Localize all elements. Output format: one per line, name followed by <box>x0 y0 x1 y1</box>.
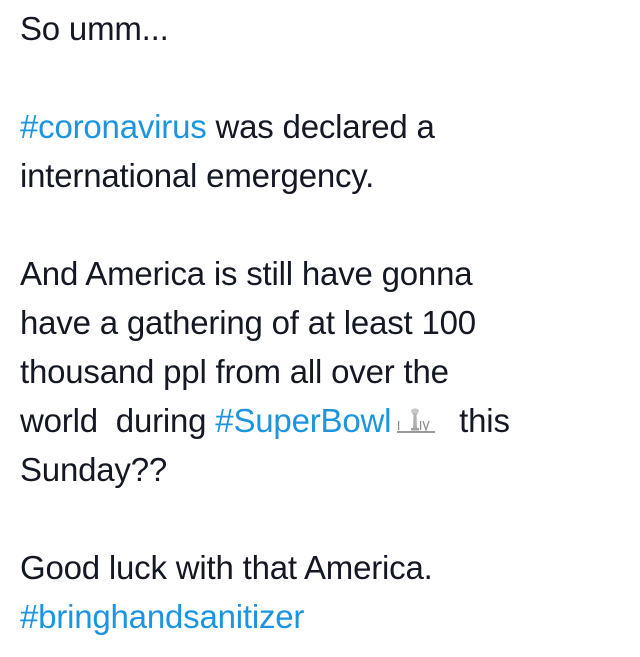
tweet-line: So umm... <box>20 4 630 53</box>
tweet-text-segment: was declared a <box>206 108 435 145</box>
tweet-text-segment: And America is still have gonna <box>20 255 473 292</box>
tweet-text-segment: So umm... <box>20 10 169 47</box>
tweet-line: And America is still have gonna <box>20 249 630 298</box>
tweet-text: So umm... #coronavirus was declared a in… <box>20 4 630 641</box>
tweet-text-segment: have a gathering of at least 100 <box>20 304 476 341</box>
tweet-line: thousand ppl from all over the <box>20 347 630 396</box>
tweet-line: world during #SuperBowl this <box>20 396 630 445</box>
tweet-line: #coronavirus was declared a <box>20 102 630 151</box>
tweet-text-segment: thousand ppl from all over the <box>20 353 449 390</box>
tweet-text-segment: this <box>441 402 510 439</box>
hashtag-coronavirus-link[interactable]: #coronavirus <box>20 108 207 145</box>
tweet-line: international emergency. <box>20 151 630 200</box>
tweet-line: Good luck with that America. <box>20 543 630 592</box>
tweet-line: Sunday?? <box>20 445 630 494</box>
hashtag-bringhandsanitizer-link[interactable]: #bringhandsanitizer <box>20 598 304 635</box>
tweet-line: #bringhandsanitizer <box>20 592 630 641</box>
super-bowl-liv-icon <box>395 398 439 433</box>
tweet-text-segment: Sunday?? <box>20 451 168 488</box>
tweet-line: have a gathering of at least 100 <box>20 298 630 347</box>
tweet-text-segment: international emergency. <box>20 157 375 194</box>
tweet-text-segment: world during <box>20 402 216 439</box>
tweet-text-segment: Good luck with that America. <box>20 549 433 586</box>
hashtag-superbowl-link[interactable]: #SuperBowl <box>215 402 391 439</box>
